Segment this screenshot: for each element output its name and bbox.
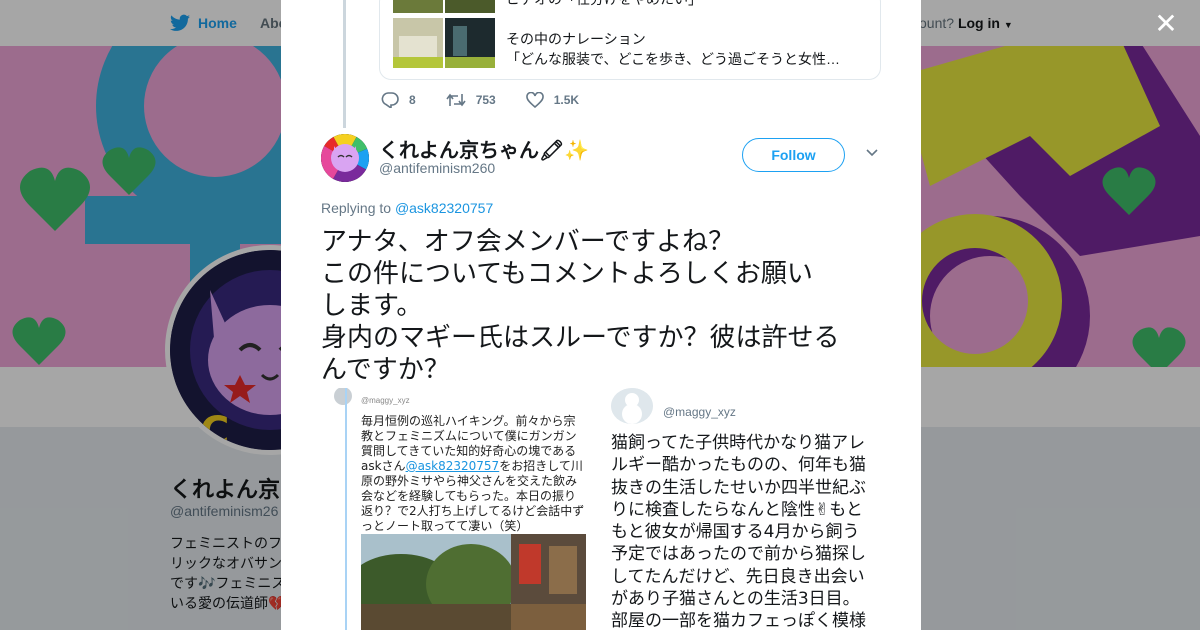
author-name[interactable]: くれよん京ちゃん🖍✨ (379, 134, 589, 163)
quoted-text: ビデオの「仕分けをやめたい」 その中のナレーション 「どんな服装で、どこを歩き、… (506, 0, 866, 69)
author-avatar-art (321, 134, 369, 182)
thumbnail-grid (393, 0, 495, 68)
reply-icon (381, 92, 399, 108)
tweet-text: アナタ、オフ会メンバーですよね？ この件についてもコメントよろしくお願い します… (321, 226, 891, 386)
media-left-photo (361, 534, 586, 630)
quoted-line: その中のナレーション (506, 31, 646, 47)
like-action[interactable]: 1.5K (525, 92, 580, 108)
author-handle[interactable]: @antifeminism260 (379, 160, 495, 176)
media-right-line: ルギー酷かったものの、何年も猫 (611, 455, 866, 476)
reply-action[interactable]: 8 (381, 92, 416, 108)
media-right-line: 抜きの生活したせいか四半世紀ぶ (611, 477, 866, 498)
media-left-mention: @ask82320757 (405, 459, 500, 473)
media-right-line: してたんだけど、先日良き出会い (611, 566, 865, 587)
tweet-media[interactable]: @maggy_xyz 毎月恒例の巡礼ハイキング。前々から宗教とフェミニズムについ… (321, 388, 881, 630)
media-image-right[interactable]: @maggy_xyz 猫飼ってた子供時代かなり猫アレ ルギー酷かったものの、何年… (611, 388, 881, 630)
media-right-line: 予定ではあったので前から猫探し (611, 544, 866, 565)
replying-handle-link[interactable]: @ask82320757 (395, 200, 493, 216)
media-left-thread-line (345, 388, 347, 630)
tweet-line: アナタ、オフ会メンバーですよね？ (321, 227, 735, 257)
media-right-line: 猫飼ってた子供時代かなり猫アレ (611, 433, 866, 453)
heart-icon (525, 92, 544, 108)
tweet-actions: 8 753 1.5K (381, 92, 579, 108)
snowman-avatar-icon (611, 388, 653, 424)
follow-button[interactable]: Follow (742, 138, 845, 172)
media-right-line: があり子猫さんとの生活3日目。 (611, 589, 860, 610)
retweet-icon (446, 93, 466, 107)
tweet-line: んですか？ (321, 355, 450, 385)
media-right-line: もと彼女が帰国する4月から飼う (611, 522, 860, 543)
close-icon[interactable]: ✕ (1154, 10, 1178, 38)
mini-avatar-icon (334, 388, 352, 405)
tweet-line: 身内のマギー氏はスルーですか？彼は許せる (321, 323, 840, 353)
media-right-line: 部屋の一部を猫カフェっぽく模様 (611, 611, 866, 630)
quoted-media-card[interactable]: ビデオの「仕分けをやめたい」 その中のナレーション 「どんな服装で、どこを歩き、… (379, 0, 881, 80)
replying-to: Replying to @ask82320757 (321, 200, 493, 216)
quoted-line: 「どんな服装で、どこを歩き、どう過ごそうと女性… (506, 51, 841, 67)
author-avatar[interactable] (321, 134, 369, 182)
chevron-down-icon[interactable] (865, 146, 879, 160)
media-left-text: 毎月恒例の巡礼ハイキング。前々から宗教とフェミニズムについて僕にガンガン質問して… (361, 414, 586, 534)
tweet-modal: ビデオの「仕分けをやめたい」 その中のナレーション 「どんな服装で、どこを歩き、… (281, 0, 921, 630)
thread-connector (343, 0, 346, 128)
like-count: 1.5K (553, 93, 580, 107)
media-right-line: りに検査したらなんと陰性✌もと (611, 499, 863, 520)
retweet-count: 753 (475, 93, 496, 107)
media-image-left[interactable]: @maggy_xyz 毎月恒例の巡礼ハイキング。前々から宗教とフェミニズムについ… (321, 388, 606, 630)
media-left-handle: @maggy_xyz (361, 396, 410, 405)
replying-prefix: Replying to (321, 200, 395, 216)
tweet-line: します。 (321, 291, 423, 321)
retweet-action[interactable]: 753 (446, 92, 496, 108)
quoted-line: ビデオの「仕分けをやめたい」 (506, 0, 866, 9)
media-right-text: 猫飼ってた子供時代かなり猫アレ ルギー酷かったものの、何年も猫 抜きの生活したせ… (611, 432, 876, 630)
media-right-handle: @maggy_xyz (663, 405, 736, 419)
tweet-line: この件についてもコメントよろしくお願い (321, 259, 813, 289)
reply-count: 8 (409, 93, 416, 107)
quoted-line (506, 9, 866, 29)
tweet-author-row: くれよん京ちゃん🖍✨ @antifeminism260 Follow (321, 132, 881, 188)
quoted-thumbnails (393, 0, 495, 77)
